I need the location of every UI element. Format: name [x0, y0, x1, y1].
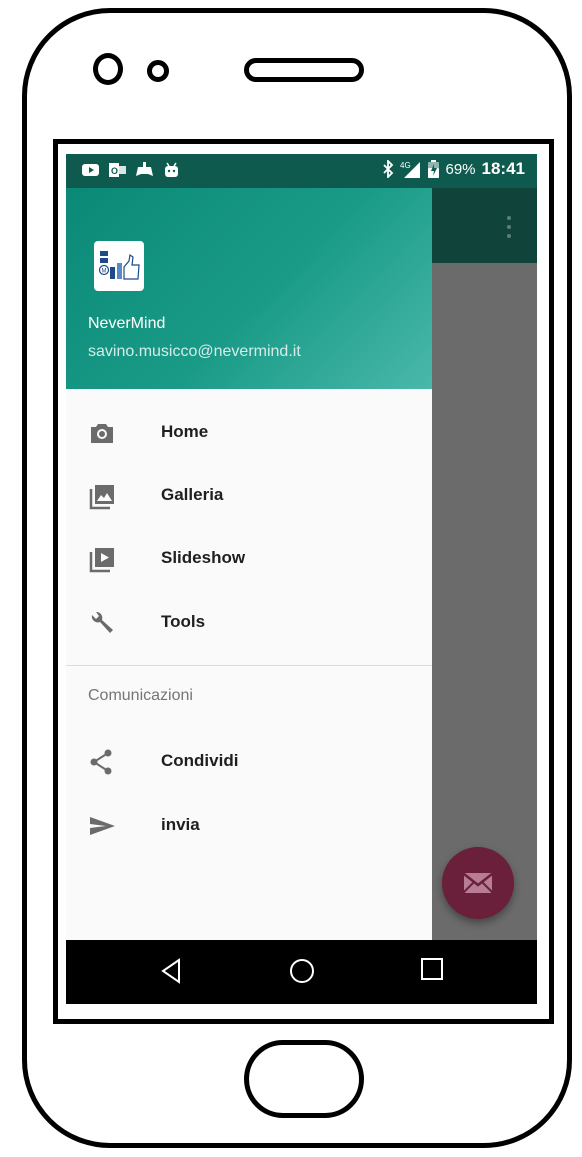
svg-text:O: O — [111, 166, 118, 176]
menu-item-galleria[interactable]: Galleria — [66, 465, 432, 527]
menu-label-tools: Tools — [161, 612, 206, 631]
drawer-header: M NeverMind savino.musicco@nevermind.it — [66, 188, 432, 389]
back-icon[interactable] — [160, 958, 182, 984]
section-title-comunicazioni: Comunicazioni — [88, 687, 193, 704]
menu-label-home: Home — [161, 422, 209, 441]
menu-item-tools[interactable]: Tools — [66, 592, 432, 654]
front-sensor — [147, 60, 169, 82]
menu-label-galleria: Galleria — [161, 485, 224, 504]
svg-text:M: M — [102, 269, 107, 275]
svg-text:4G: 4G — [400, 161, 411, 170]
recents-square-icon[interactable] — [421, 958, 443, 980]
game-controller-icon — [136, 162, 153, 176]
menu-item-slideshow[interactable]: Slideshow — [66, 528, 432, 590]
account-name: NeverMind — [88, 315, 166, 332]
app-logo: M — [94, 241, 144, 291]
status-bar: O 4G 69% 18:41 — [66, 154, 537, 188]
menu-divider — [66, 665, 432, 666]
mail-icon — [463, 873, 493, 893]
slideshow-icon — [89, 548, 114, 573]
menu-item-invia[interactable]: invia — [66, 795, 432, 857]
menu-label-slideshow: Slideshow — [161, 548, 246, 567]
battery-percent: 69% — [445, 160, 476, 178]
android-icon — [165, 162, 178, 177]
send-icon — [90, 817, 115, 835]
system-navigation-bar — [66, 940, 537, 1004]
email-fab-button[interactable] — [442, 847, 514, 919]
front-camera — [93, 53, 123, 85]
battery-charging-icon — [428, 160, 440, 178]
outlook-icon: O — [109, 163, 126, 177]
menu-item-home[interactable]: Home — [66, 402, 432, 464]
more-vert-icon[interactable] — [507, 216, 511, 238]
signal-4g-icon: 4G — [400, 161, 421, 178]
home-circle-icon[interactable] — [289, 958, 315, 984]
camera-icon — [91, 424, 113, 443]
bluetooth-icon — [383, 160, 394, 178]
nevermind-logo: M — [98, 251, 140, 280]
youtube-icon — [82, 164, 99, 176]
menu-label-condividi: Condividi — [161, 751, 239, 770]
navigation-drawer: M NeverMind savino.musicco@nevermind.it … — [66, 188, 432, 940]
menu-label-invia: invia — [161, 815, 200, 834]
menu-item-condividi[interactable]: Condividi — [66, 731, 432, 793]
clock: 18:41 — [481, 159, 525, 178]
physical-home-button — [244, 1040, 364, 1118]
screen: O 4G 69% 18:41 M NeverMind savino.musicc… — [66, 154, 537, 1004]
speaker-grille — [244, 58, 364, 82]
account-email: savino.musicco@nevermind.it — [88, 343, 301, 360]
gallery-icon — [89, 485, 114, 510]
share-icon — [90, 749, 112, 775]
wrench-icon — [91, 611, 113, 633]
